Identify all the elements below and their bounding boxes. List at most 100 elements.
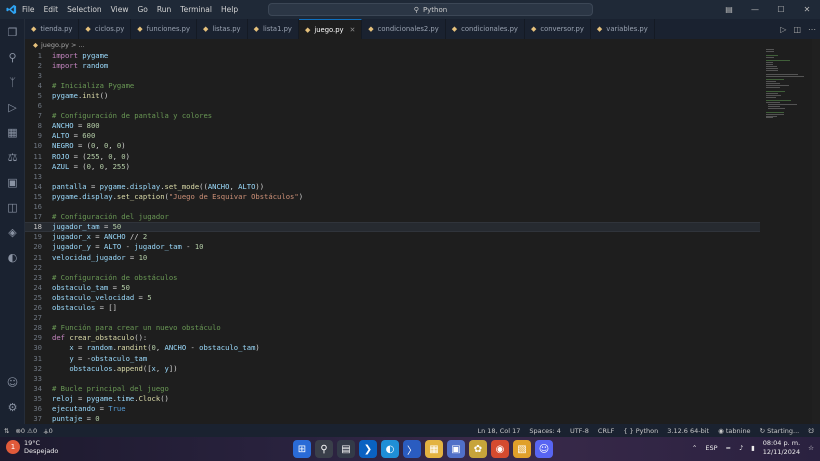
remote-explorer-icon[interactable]: ▣	[5, 175, 20, 190]
code-line[interactable]: 29 def crear_obstaculo():	[25, 333, 760, 343]
code-line[interactable]: 25 obstaculo_velocidad = 5	[25, 292, 760, 302]
code-line[interactable]: 8 ANCHO = 800	[25, 121, 760, 131]
code-line[interactable]: 36 ejecutando = True	[25, 404, 760, 414]
photos-icon[interactable]: ✿	[469, 440, 487, 458]
tab-juego[interactable]: ◆ juego.py ✕	[298, 19, 363, 39]
volume-icon[interactable]: ♪	[739, 444, 743, 452]
code-line[interactable]: 19 jugador_x = ANCHO // 2	[25, 232, 760, 242]
code-editor[interactable]: 1 import pygame 2 import random 3 4 # Iniciali…	[25, 50, 760, 424]
split-editor-icon[interactable]: ◫	[793, 25, 801, 34]
menu-item-selection[interactable]: Selection	[67, 5, 102, 14]
source-control-icon[interactable]: ᛉ	[5, 75, 20, 90]
code-line[interactable]: 6	[25, 101, 760, 111]
code-line[interactable]: 34 # Bucle principal del juego	[25, 383, 760, 393]
code-line[interactable]: 37 puntaje = 0	[25, 414, 760, 424]
code-line[interactable]: 7 # Configuración de pantalla y colores	[25, 111, 760, 121]
weather-widget[interactable]: 1 19°C Despejado	[6, 439, 58, 455]
code-line[interactable]: 12 AZUL = (0, 0, 255)	[25, 161, 760, 171]
code-line[interactable]: 27	[25, 313, 760, 323]
store-icon[interactable]: ▣	[447, 440, 465, 458]
menu-item-run[interactable]: Run	[157, 5, 171, 14]
extensions-icon[interactable]: ▦	[5, 125, 20, 140]
edge-devtools-icon[interactable]: ◐	[5, 250, 20, 265]
clock[interactable]: 08:04 p. m. 12/11/2024	[763, 439, 800, 457]
notification-center-icon[interactable]: ☆	[808, 444, 814, 452]
tray-overflow-icon[interactable]: ⌃	[692, 444, 697, 452]
tab-tienda[interactable]: ◆ tienda.py	[25, 19, 80, 39]
code-line[interactable]: 28 # Función para crear un nuevo obstácul…	[25, 323, 760, 333]
code-line[interactable]: 18 jugador_tam = 50	[25, 221, 760, 232]
code-line[interactable]: 31 y = -obstaculo_tam	[25, 353, 760, 363]
file-explorer-icon[interactable]: ▦	[425, 440, 443, 458]
database-icon[interactable]: ◫	[5, 200, 20, 215]
problems-indicator[interactable]: ⊗0 ⚠0	[15, 427, 37, 435]
tab-condicionales[interactable]: ◆ condicionales.py	[446, 19, 525, 39]
tab-conversor[interactable]: ◆ conversor.py	[525, 19, 591, 39]
tab-lista1[interactable]: ◆ lista1.py	[248, 19, 299, 39]
files-icon[interactable]: ▧	[513, 440, 531, 458]
code-line[interactable]: 32 obstaculos.append([x, y])	[25, 363, 760, 373]
search-icon[interactable]: ⚲	[5, 50, 20, 65]
code-line[interactable]: 2 import random	[25, 60, 760, 70]
command-center-search[interactable]: ⚲ Python	[268, 3, 593, 16]
tabnine-status[interactable]: ◉ tabnine	[718, 427, 750, 435]
code-line[interactable]: 20 jugador_y = ALTO - jugador_tam - 10	[25, 242, 760, 252]
breadcrumb[interactable]: ◆ juego.py > ...	[25, 39, 85, 50]
code-line[interactable]: 10 NEGRO = (0, 0, 0)	[25, 141, 760, 151]
close-tab-icon[interactable]: ✕	[350, 26, 356, 34]
code-line[interactable]: 30 x = random.randint(0, ANCHO - obstacu…	[25, 343, 760, 353]
language-mode[interactable]: { } Python	[623, 427, 658, 435]
starting-status[interactable]: ↻ Starting...	[760, 427, 800, 435]
menu-item-go[interactable]: Go	[137, 5, 147, 14]
windows-start-icon[interactable]: ⊞	[293, 440, 311, 458]
explorer-icon[interactable]: ❐	[5, 25, 20, 40]
tab-funciones[interactable]: ◆ funciones.py	[131, 19, 197, 39]
terminal-icon[interactable]: 〉	[403, 440, 421, 458]
discord-icon[interactable]: ☺	[535, 440, 553, 458]
layout-icon[interactable]: ▤	[716, 5, 742, 14]
menu-item-edit[interactable]: Edit	[44, 5, 59, 14]
minimap[interactable]	[760, 39, 815, 424]
chrome-icon[interactable]: ◉	[491, 440, 509, 458]
code-line[interactable]: 23 # Configuración de obstáculos	[25, 272, 760, 282]
task-view-icon[interactable]: ▤	[337, 440, 355, 458]
ports-indicator[interactable]: ⚶0	[43, 427, 53, 435]
cursor-position[interactable]: Ln 18, Col 17	[477, 427, 520, 435]
remote-indicator-icon[interactable]: ⇅	[4, 427, 9, 435]
battery-icon[interactable]: ▮	[751, 444, 755, 452]
line-ending[interactable]: CRLF	[598, 427, 614, 435]
code-line[interactable]: 15 pygame.display.set_caption("Juego de E…	[25, 191, 760, 201]
notifications-icon[interactable]: ☋	[808, 427, 814, 435]
menu-item-view[interactable]: View	[111, 5, 129, 14]
code-line[interactable]: 3	[25, 70, 760, 80]
vertical-scrollbar[interactable]	[812, 39, 820, 424]
tab-listas[interactable]: ◆ listas.py	[197, 19, 248, 39]
code-line[interactable]: 21 velocidad_jugador = 10	[25, 252, 760, 262]
code-line[interactable]: 33	[25, 373, 760, 383]
close-button[interactable]: ✕	[794, 5, 820, 14]
code-line[interactable]: 26 obstaculos = []	[25, 303, 760, 313]
code-line[interactable]: 22	[25, 262, 760, 272]
menu-item-file[interactable]: File	[22, 5, 35, 14]
layers-icon[interactable]: ◈	[5, 225, 20, 240]
input-language[interactable]: ESP	[705, 444, 717, 452]
search-taskbar-icon[interactable]: ⚲	[315, 440, 333, 458]
code-line[interactable]: 17 # Configuración del jugador	[25, 212, 760, 222]
code-line[interactable]: 1 import pygame	[25, 50, 760, 60]
code-line[interactable]: 13	[25, 171, 760, 181]
menu-item-terminal[interactable]: Terminal	[180, 5, 212, 14]
account-icon[interactable]: ☺	[5, 375, 20, 390]
run-debug-icon[interactable]: ▷	[5, 100, 20, 115]
gear-icon[interactable]: ⚙	[5, 400, 20, 415]
python-interpreter[interactable]: 3.12.6 64-bit	[667, 427, 709, 435]
run-icon[interactable]: ▷	[780, 25, 786, 34]
code-line[interactable]: 24 obstaculo_tam = 50	[25, 282, 760, 292]
edge-icon[interactable]: ◐	[381, 440, 399, 458]
code-line[interactable]: 5 pygame.init()	[25, 90, 760, 100]
code-line[interactable]: 4 # Inicializa Pygame	[25, 80, 760, 90]
encoding[interactable]: UTF-8	[570, 427, 589, 435]
maximize-button[interactable]: ☐	[768, 5, 794, 14]
code-line[interactable]: 14 pantalla = pygame.display.set_mode((AN…	[25, 181, 760, 191]
code-line[interactable]: 9 ALTO = 600	[25, 131, 760, 141]
wifi-icon[interactable]: ≈	[726, 444, 731, 452]
